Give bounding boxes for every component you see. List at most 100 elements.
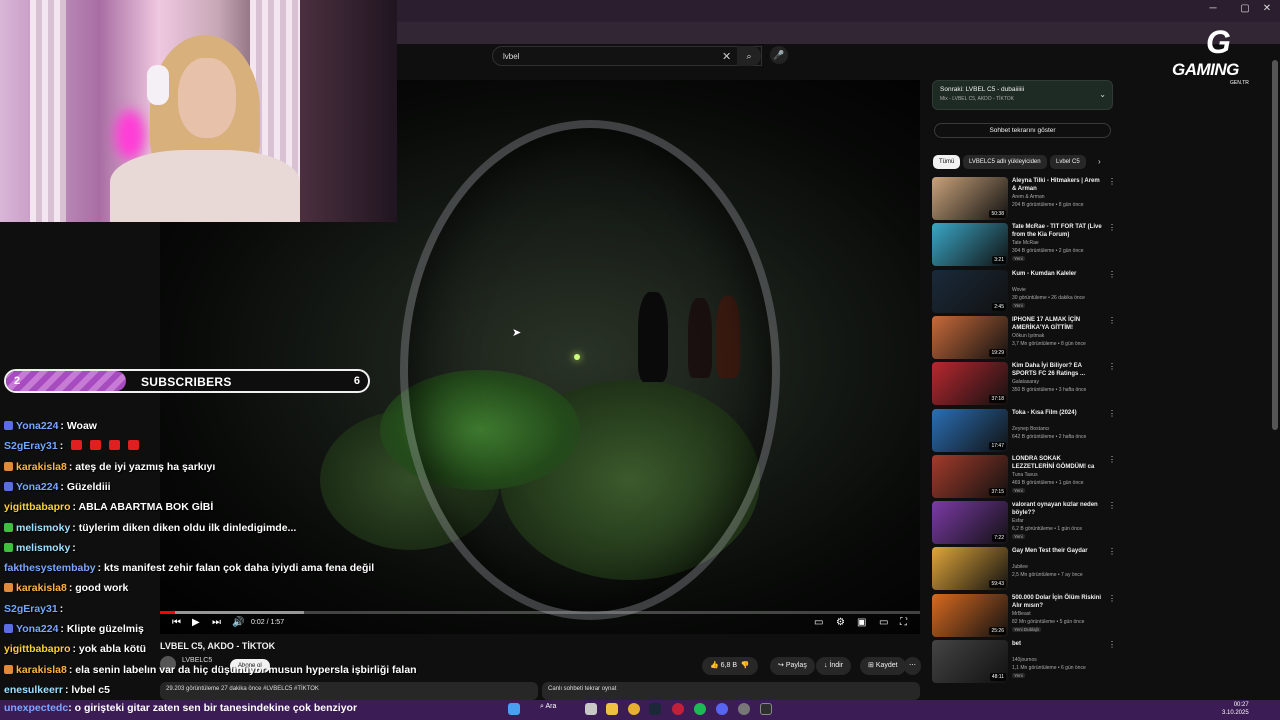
spotify-icon[interactable] (694, 703, 706, 715)
video-title[interactable]: Kim Daha İyi Biliyor? EA SPORTS FC 26 Ra… (1012, 362, 1104, 378)
theater-icon[interactable]: ▭ (879, 617, 888, 628)
recommendation-item[interactable]: 7:22 valorant oynayan kızlar neden böyle?… (932, 501, 1117, 545)
video-title[interactable]: valorant oynayan kızlar neden böyle?? (1012, 501, 1104, 517)
chevron-right-icon[interactable]: › (1098, 157, 1101, 166)
recommendation-item[interactable]: 25:26 500.000 Dolar İçin Ölüm Riskini Alı… (932, 593, 1117, 638)
video-thumbnail[interactable]: 50:38 (932, 177, 1008, 220)
video-thumbnail[interactable]: 25:26 (932, 593, 1008, 637)
recommendation-item[interactable]: 2:45 Kum - Kumdan Kaleler Wovie 30 görüntül… (932, 269, 1117, 314)
discord-icon[interactable] (716, 703, 728, 715)
more-options-icon[interactable]: ⋮ (1108, 177, 1116, 186)
taskbar-search[interactable]: ⌕ Ara (540, 703, 556, 711)
up-next-card[interactable]: Sonraki: LVBEL C5 - dubaiiiiii Mix - LVB… (932, 80, 1113, 110)
clock-date: 3.10.2025 (1222, 710, 1249, 716)
video-title[interactable]: Tate McRae - TIT FOR TAT (Live from the … (1012, 223, 1104, 239)
recommendation-item[interactable]: 37:18 Kim Daha İyi Biliyor? EA SPORTS FC … (932, 362, 1117, 406)
channel-name[interactable]: Tuna Tavus (1012, 472, 1112, 479)
close-window-button[interactable]: ✕ (1258, 3, 1276, 14)
more-options-icon[interactable]: ⋮ (1108, 362, 1116, 371)
miniplayer-icon[interactable]: ▣ (857, 617, 866, 628)
app-icon[interactable] (672, 703, 684, 715)
video-title[interactable]: LONDRA SOKAK LEZZETLERİNİ GÖMDÜM! ca (1012, 455, 1104, 471)
channel-name[interactable]: Oðkun Işıtmak (1012, 333, 1112, 340)
more-actions-button[interactable]: ⋯ (904, 657, 921, 675)
page-scrollbar[interactable] (1272, 60, 1278, 430)
chat-text: : tüylerim diken diken oldu ilk dinledig… (72, 521, 297, 534)
minimize-button[interactable]: ─ (1204, 3, 1222, 14)
video-title[interactable]: 500.000 Dolar İçin Ölüm Riskini Alır mıs… (1012, 594, 1104, 610)
channel-name[interactable]: Zeynep Bostancı (1012, 426, 1112, 433)
file-explorer-icon[interactable] (606, 703, 618, 715)
download-button[interactable]: ↓ İndir (816, 657, 852, 675)
recommendation-item[interactable]: 50:38 Aleyna Tilki - Hitmakers | Arem & A… (932, 177, 1117, 221)
task-view-icon[interactable] (585, 703, 597, 715)
video-title[interactable]: Toka - Kısa Film (2024) (1012, 409, 1104, 417)
steam-icon[interactable] (649, 703, 661, 715)
more-options-icon[interactable]: ⋮ (1108, 223, 1116, 232)
recommendation-item[interactable]: 19:29 IPHONE 17 ALMAK İÇİN AMERİKA'YA GİT… (932, 315, 1117, 360)
settings-icon[interactable]: ⚙ (836, 617, 845, 628)
video-thumbnail[interactable]: 7:22 (932, 501, 1008, 545)
subtitles-icon[interactable]: ▭ (814, 617, 823, 628)
channel-name[interactable]: Jubilee (1012, 564, 1112, 571)
more-options-icon[interactable]: ⋮ (1108, 547, 1116, 556)
volume-icon[interactable]: 🔊 (232, 617, 244, 628)
voice-search-button[interactable]: 🎤 (770, 46, 788, 64)
start-icon[interactable] (508, 703, 520, 715)
maximize-button[interactable]: ▢ (1236, 3, 1254, 14)
fullscreen-icon[interactable]: ⛶ (900, 617, 907, 628)
recommendation-item[interactable]: 37:15 LONDRA SOKAK LEZZETLERİNİ GÖMDÜM! c… (932, 454, 1117, 499)
more-options-icon[interactable]: ⋮ (1108, 409, 1116, 418)
video-title[interactable]: IPHONE 17 ALMAK İÇİN AMERİKA'YA GİTTİM! (1012, 316, 1104, 332)
chat-replay-box[interactable]: Canlı sohbeti tekrar oynat (542, 682, 920, 700)
channel-name[interactable]: Esfar (1012, 518, 1112, 525)
chip-all[interactable]: Tümü (933, 155, 961, 169)
recommendation-item[interactable]: 3:21 Tate McRae - TIT FOR TAT (Live from … (932, 223, 1117, 267)
more-options-icon[interactable]: ⋮ (1108, 594, 1116, 603)
save-button[interactable]: ⊞ Kaydet (860, 657, 906, 675)
video-thumbnail[interactable]: 59:43 (932, 547, 1008, 591)
more-options-icon[interactable]: ⋮ (1108, 501, 1116, 510)
video-title[interactable]: bet (1012, 640, 1104, 648)
chat-username: S2gEray31 (4, 440, 58, 453)
progress-bar[interactable] (160, 611, 920, 614)
previous-icon[interactable]: ⏮ (172, 617, 181, 628)
video-thumbnail[interactable]: 2:45 (932, 269, 1008, 313)
channel-name[interactable]: Wovie (1012, 287, 1112, 294)
video-title[interactable]: Aleyna Tilki - Hitmakers | Arem & Arman (1012, 177, 1104, 193)
more-options-icon[interactable]: ⋮ (1108, 640, 1116, 649)
channel-name[interactable]: MrBeast (1012, 611, 1112, 618)
chip-from-uploader[interactable]: LVBELC5 adlı yükleyiciden (963, 155, 1047, 169)
video-thumbnail[interactable]: 48:11 (932, 640, 1008, 683)
more-options-icon[interactable]: ⋮ (1108, 455, 1116, 464)
next-icon[interactable]: ⏭ (212, 617, 221, 628)
chevron-down-icon[interactable]: ⌄ (1099, 90, 1106, 99)
video-title[interactable]: Kum - Kumdan Kaleler (1012, 270, 1104, 278)
video-thumbnail[interactable]: 17:47 (932, 408, 1008, 452)
chrome-icon[interactable] (628, 703, 640, 715)
browser-icon[interactable] (738, 703, 750, 715)
share-button[interactable]: ↪ Paylaş (770, 657, 815, 675)
channel-name[interactable]: Galatasaray (1012, 379, 1112, 386)
channel-name[interactable]: 140journos (1012, 657, 1112, 664)
video-title[interactable]: Gay Men Test their Gaydar (1012, 547, 1104, 555)
video-thumbnail[interactable]: 37:18 (932, 362, 1008, 406)
video-thumbnail[interactable]: 19:29 (932, 315, 1008, 359)
video-thumbnail[interactable]: 3:21 (932, 223, 1008, 267)
chip-lvbel[interactable]: Lvbel C5 (1050, 155, 1086, 169)
more-options-icon[interactable]: ⋮ (1108, 270, 1116, 279)
show-chat-replay-button[interactable]: Sohbet tekrarını göster (934, 123, 1111, 138)
channel-name[interactable]: Tate McRae (1012, 240, 1112, 247)
play-icon[interactable]: ▶ (192, 617, 200, 628)
like-button[interactable]: 👍 6,8 B 👎 (702, 657, 758, 675)
more-options-icon[interactable]: ⋮ (1108, 316, 1116, 325)
recommendation-item[interactable]: 59:43 Gay Men Test their Gaydar Jubilee 2,5… (932, 547, 1117, 591)
clear-search-icon[interactable]: ✕ (722, 50, 731, 63)
obs-icon[interactable] (760, 703, 772, 715)
description-box[interactable]: 29.203 görüntüleme 27 dakika önce #LVBEL… (160, 682, 538, 700)
channel-name[interactable]: Arem & Arman (1012, 194, 1112, 201)
recommendation-item[interactable]: 17:47 Toka - Kısa Film (2024) Zeynep Bosta… (932, 408, 1117, 453)
search-button[interactable]: ⌕ (737, 46, 761, 66)
recommendation-item[interactable]: 48:11 bet 140journos 1,1 Mn görüntüleme • 6… (932, 640, 1117, 684)
video-thumbnail[interactable]: 37:15 (932, 454, 1008, 498)
